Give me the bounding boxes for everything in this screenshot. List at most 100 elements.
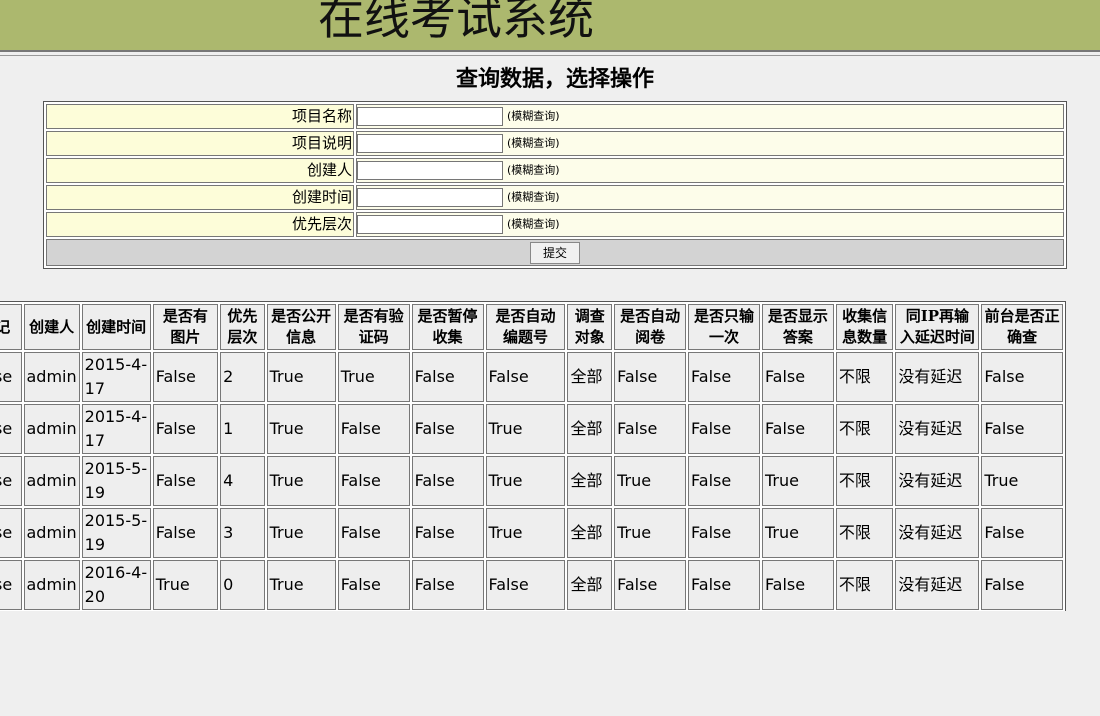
table-cell: 全部 [567,404,613,454]
table-cell: False [981,352,1063,402]
table-cell: 不限 [835,560,894,610]
table-cell: 没有延迟 [895,352,980,402]
field-label: 创建时间 [46,185,354,210]
table-cell: 2015-4-17 [81,404,151,454]
table-cell: False [688,508,760,558]
table-cell: False [411,560,484,610]
table-cell: 1 [220,404,265,454]
page-heading: 查询数据，选择操作 [455,67,654,92]
column-header: 创建人 [23,304,80,350]
table-cell: admin [23,560,80,610]
project-desc-input[interactable] [357,134,503,153]
table-cell: False [152,404,219,454]
table-cell: False [152,456,219,506]
fuzzy-hint: (模糊查询) [507,190,560,204]
results-table: 登记创建人创建时间是否有图片优先层次是否公开信息是否有验证码是否暂停收集是否自动… [0,301,1066,611]
table-cell: admin [23,508,80,558]
form-row-priority: 优先层次 (模糊查询) [46,212,1064,237]
table-cell: True [152,560,219,610]
table-cell: False [337,508,410,558]
table-cell: admin [23,352,80,402]
column-header: 优先层次 [220,304,265,350]
table-cell: False [337,404,410,454]
table-cell: True [614,456,687,506]
table-cell: False [981,404,1063,454]
table-cell: True [266,352,336,402]
results-area: 登记创建人创建时间是否有图片优先层次是否公开信息是否有验证码是否暂停收集是否自动… [0,301,1100,611]
field-label: 创建人 [46,158,354,183]
table-cell: False [0,352,22,402]
column-header: 创建时间 [81,304,151,350]
column-header: 是否暂停收集 [411,304,484,350]
table-cell: True [266,508,336,558]
table-cell: False [485,352,566,402]
table-cell: False [981,508,1063,558]
table-cell: True [761,508,834,558]
table-cell: False [337,456,410,506]
table-cell: False [0,560,22,610]
table-cell: False [0,456,22,506]
table-cell: True [485,404,566,454]
table-cell: 全部 [567,560,613,610]
column-header: 同IP再输入延迟时间 [895,304,980,350]
table-cell: False [0,508,22,558]
project-name-input[interactable] [357,107,503,126]
table-cell: 4 [220,456,265,506]
table-row: Falseadmin2015-5-19False3TrueFalseFalseT… [0,508,1063,558]
table-cell: True [266,404,336,454]
table-cell: True [485,456,566,506]
table-cell: 3 [220,508,265,558]
field-label: 优先层次 [46,212,354,237]
header-banner: 在线考试系统 [0,0,1100,50]
fuzzy-hint: (模糊查询) [507,109,560,123]
column-header: 前台是否正确查 [981,304,1063,350]
table-cell: True [981,456,1063,506]
submit-button[interactable]: 提交 [529,241,580,264]
table-cell: 2015-5-19 [81,508,151,558]
column-header: 登记 [0,304,22,350]
table-cell: 2 [220,352,265,402]
table-cell: False [411,352,484,402]
table-cell: 2015-4-17 [81,352,151,402]
table-cell: False [614,404,687,454]
table-row: Falseadmin2016-4-20True0TrueFalseFalseFa… [0,560,1063,610]
table-cell: True [337,352,410,402]
table-row: Falseadmin2015-4-17False2TrueTrueFalseFa… [0,352,1063,402]
form-row-actions: 提交 [46,239,1064,266]
table-cell: False [614,352,687,402]
created-time-input[interactable] [357,188,503,207]
table-cell: 全部 [567,456,613,506]
table-cell: True [761,456,834,506]
app-title: 在线考试系统 [318,0,594,45]
priority-input[interactable] [357,215,503,234]
column-header: 是否自动阅卷 [614,304,687,350]
table-cell: False [485,560,566,610]
table-cell: 2016-4-20 [81,560,151,610]
header-divider [0,50,1100,52]
form-row-creator: 创建人 (模糊查询) [46,158,1064,183]
table-cell: 没有延迟 [895,456,980,506]
table-cell: 全部 [567,508,613,558]
table-cell: 不限 [835,456,894,506]
field-label: 项目说明 [46,131,354,156]
table-cell: 全部 [567,352,613,402]
table-cell: True [614,508,687,558]
table-cell: False [981,560,1063,610]
form-row-created-time: 创建时间 (模糊查询) [46,185,1064,210]
column-header: 是否有图片 [152,304,219,350]
table-cell: False [152,508,219,558]
column-header: 是否自动编题号 [485,304,566,350]
table-cell: False [761,560,834,610]
table-cell: 没有延迟 [895,508,980,558]
search-form: 项目名称 (模糊查询) 项目说明 (模糊查询) 创建人 (模糊查询) 创建时间 … [43,101,1067,269]
table-cell: False [0,404,22,454]
table-cell: False [688,560,760,610]
table-cell: 没有延迟 [895,404,980,454]
table-cell: False [411,404,484,454]
table-row: Falseadmin2015-4-17False1TrueFalseFalseT… [0,404,1063,454]
creator-input[interactable] [357,161,503,180]
table-cell: 不限 [835,352,894,402]
table-cell: 不限 [835,404,894,454]
table-cell: False [688,352,760,402]
table-row: Falseadmin2015-5-19False4TrueFalseFalseT… [0,456,1063,506]
